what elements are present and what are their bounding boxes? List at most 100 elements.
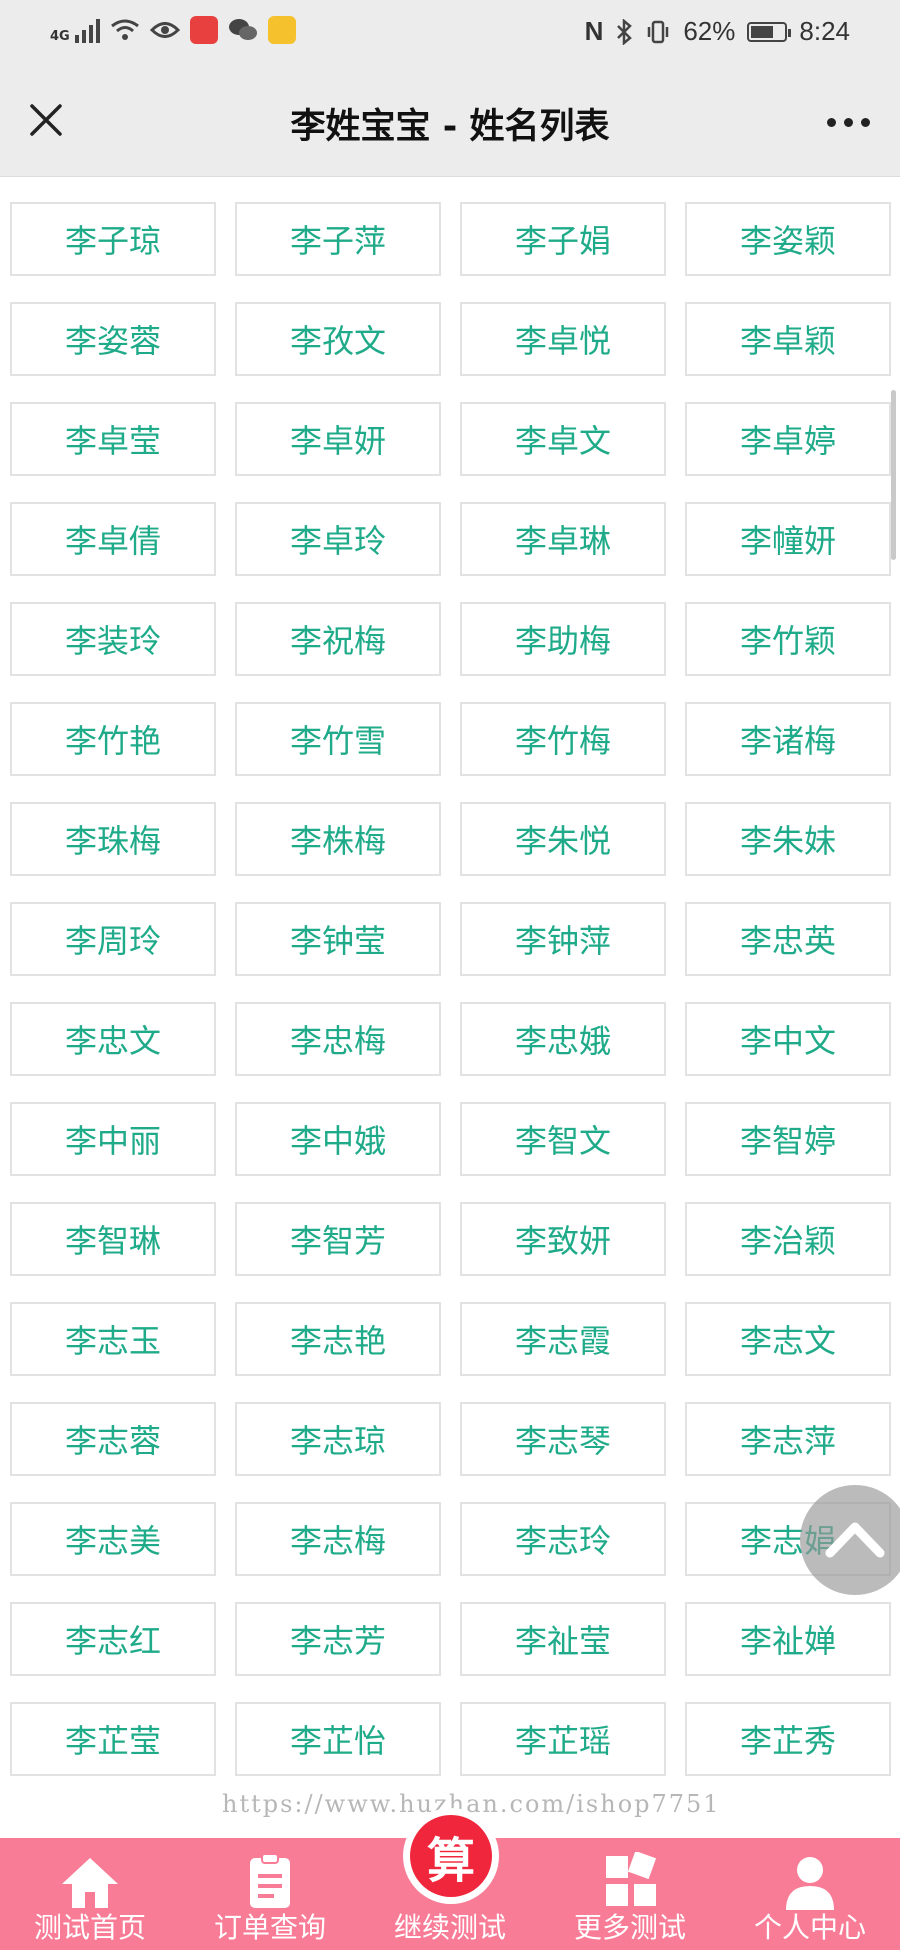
name-item[interactable]: 李珠梅	[10, 802, 216, 876]
name-item[interactable]: 李治颖	[685, 1202, 891, 1276]
wifi-icon	[110, 19, 139, 40]
name-item[interactable]: 李祉莹	[460, 1602, 666, 1676]
app-notification-icon	[189, 16, 218, 44]
name-item[interactable]: 李志芳	[235, 1602, 441, 1676]
name-item[interactable]: 李志霞	[460, 1302, 666, 1376]
name-item[interactable]: 李姿颖	[685, 202, 891, 276]
name-item[interactable]: 李卓妍	[235, 402, 441, 476]
tab-label: 测试首页	[33, 1911, 146, 1944]
more-options-icon[interactable]	[827, 118, 870, 127]
name-item[interactable]: 李朱悦	[460, 802, 666, 876]
name-item[interactable]: 李卓婷	[685, 402, 891, 476]
name-item[interactable]: 李志玲	[460, 1502, 666, 1576]
name-item[interactable]: 李忠文	[10, 1002, 216, 1076]
vibrate-icon	[648, 20, 669, 43]
name-item[interactable]: 李忠梅	[235, 1002, 441, 1076]
name-item[interactable]: 李祉婵	[685, 1602, 891, 1676]
network-type: 4G	[50, 29, 70, 44]
name-item[interactable]: 李忠英	[685, 902, 891, 976]
name-item[interactable]: 李子琼	[10, 202, 216, 276]
name-item[interactable]: 李芷秀	[685, 1702, 891, 1776]
name-item[interactable]: 李智文	[460, 1102, 666, 1176]
name-grid: 李子琼 李子萍 李子娟 李姿颖 李姿蓉 李孜文 李卓悦 李卓颖 李卓莹 李卓妍 李卓文 李卓婷 李卓倩李…	[10, 202, 892, 1776]
tab-more-tests[interactable]: 更多测试	[540, 1838, 720, 1950]
bluetooth-icon	[617, 18, 633, 45]
name-item[interactable]: 李中娥	[235, 1102, 441, 1176]
name-item[interactable]: 李卓文	[460, 402, 666, 476]
name-item[interactable]: 李志梅	[235, 1502, 441, 1576]
name-item[interactable]: 李钟萍	[460, 902, 666, 976]
name-item[interactable]: 李中丽	[10, 1102, 216, 1176]
tab-label: 更多测试	[573, 1911, 686, 1944]
name-item[interactable]: 李智琳	[10, 1202, 216, 1276]
user-icon	[786, 1857, 834, 1910]
calculate-badge: 算	[410, 1815, 492, 1897]
name-item[interactable]: 李志蓉	[10, 1402, 216, 1476]
name-item[interactable]: 李株梅	[235, 802, 441, 876]
name-item[interactable]: 李志萍	[685, 1402, 891, 1476]
name-item[interactable]: 李智婷	[685, 1102, 891, 1176]
name-item[interactable]: 李卓颖	[685, 302, 891, 376]
name-item[interactable]: 李卓倩	[10, 502, 216, 576]
wechat-icon	[228, 19, 257, 40]
name-item[interactable]: 李竹雪	[235, 702, 441, 776]
tab-label: 订单查询	[213, 1911, 326, 1944]
grid-icon	[606, 1852, 657, 1906]
status-right: N 62% 8:24	[585, 16, 850, 47]
name-item[interactable]: 李忠娥	[460, 1002, 666, 1076]
name-item[interactable]: 李卓琳	[460, 502, 666, 576]
name-item[interactable]: 李子娟	[460, 202, 666, 276]
name-item[interactable]: 李卓玲	[235, 502, 441, 576]
name-item[interactable]: 李竹艳	[10, 702, 216, 776]
clock-time: 8:24	[799, 16, 850, 46]
name-item[interactable]: 李祝梅	[235, 602, 441, 676]
status-left: 4G	[50, 16, 296, 44]
name-item[interactable]: 李竹梅	[460, 702, 666, 776]
nav-bar: 李姓宝宝 - 姓名列表	[0, 68, 900, 177]
scrollbar[interactable]	[891, 390, 896, 560]
name-item[interactable]: 李诸梅	[685, 702, 891, 776]
name-item[interactable]: 李钟莹	[235, 902, 441, 976]
name-item[interactable]: 李子萍	[235, 202, 441, 276]
page-title: 李姓宝宝 - 姓名列表	[290, 107, 610, 147]
battery-percent: 62%	[683, 16, 736, 46]
name-item[interactable]: 李智芳	[235, 1202, 441, 1276]
home-icon	[62, 1858, 118, 1908]
name-item[interactable]: 李志美	[10, 1502, 216, 1576]
name-item[interactable]: 李卓莹	[10, 402, 216, 476]
name-item[interactable]: 李竹颖	[685, 602, 891, 676]
name-item[interactable]: 李志琼	[235, 1402, 441, 1476]
name-list: 李子琼 李子萍 李子娟 李姿颖 李姿蓉 李孜文 李卓悦 李卓颖 李卓莹 李卓妍 李卓文 李卓婷 李卓倩李…	[10, 178, 892, 1830]
name-item[interactable]: 李朱妹	[685, 802, 891, 876]
name-item[interactable]: 李芷莹	[10, 1702, 216, 1776]
back-to-top-button[interactable]	[800, 1485, 900, 1595]
name-item[interactable]: 李芷瑶	[460, 1702, 666, 1776]
tab-label: 个人中心	[753, 1911, 866, 1944]
name-item[interactable]: 李志琴	[460, 1402, 666, 1476]
calculate-icon[interactable]: 算	[403, 1808, 499, 1904]
tab-profile[interactable]: 个人中心	[720, 1838, 900, 1950]
name-item[interactable]: 李周玲	[10, 902, 216, 976]
weibo-icon	[267, 16, 296, 44]
name-item[interactable]: 李孜文	[235, 302, 441, 376]
name-item[interactable]: 李致妍	[460, 1202, 666, 1276]
name-item[interactable]: 李卓悦	[460, 302, 666, 376]
status-bar: 4G N 62% 8:24	[0, 0, 900, 68]
name-item[interactable]: 李幢妍	[685, 502, 891, 576]
clipboard-icon	[250, 1853, 290, 1908]
name-item[interactable]: 李装玲	[10, 602, 216, 676]
nfc-icon: N	[584, 16, 604, 46]
tab-label: 继续测试	[393, 1911, 506, 1944]
tab-home[interactable]: 测试首页	[0, 1838, 180, 1950]
name-item[interactable]: 李中文	[685, 1002, 891, 1076]
name-item[interactable]: 李志文	[685, 1302, 891, 1376]
chevron-up-icon	[825, 1522, 885, 1558]
name-item[interactable]: 李芷怡	[235, 1702, 441, 1776]
eye-icon	[149, 22, 180, 38]
name-item[interactable]: 李志红	[10, 1602, 216, 1676]
name-item[interactable]: 李志艳	[235, 1302, 441, 1376]
tab-orders[interactable]: 订单查询	[180, 1838, 360, 1950]
name-item[interactable]: 李志玉	[10, 1302, 216, 1376]
name-item[interactable]: 李助梅	[460, 602, 666, 676]
name-item[interactable]: 李姿蓉	[10, 302, 216, 376]
